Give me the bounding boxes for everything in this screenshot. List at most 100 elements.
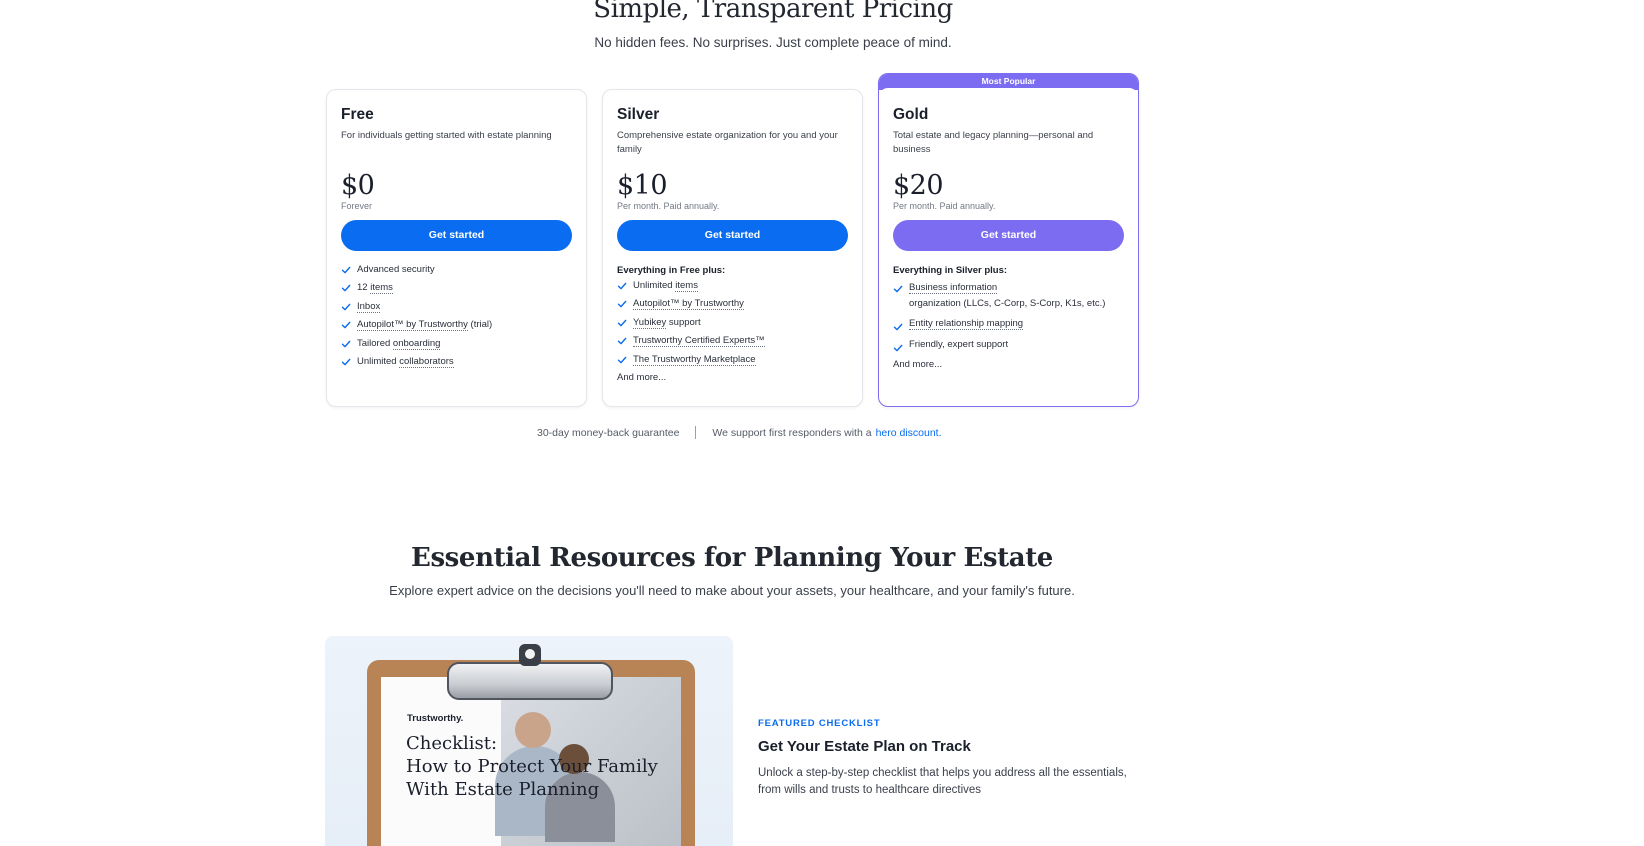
feature-text: Autopilot™ by Trustworthy [633,298,744,311]
check-icon [341,303,351,311]
get-started-button-gold[interactable]: Get started [893,220,1124,251]
feature-tooltip-link[interactable]: Autopilot™ by Trustworthy [633,298,744,311]
feature-item: Business information organization (LLCs, … [893,280,1124,312]
plan-price: $0 [341,170,375,201]
badge-curve [879,88,1138,98]
and-more-link[interactable]: And more... [893,359,1124,370]
feature-text: 12 items [357,282,393,295]
feature-item: Advanced security [341,264,572,276]
feature-item: Inbox [341,300,572,313]
check-icon [341,340,351,347]
feature-list: Unlimited items Autopilot™ by Trustworthy… [617,280,848,366]
feature-text: The Trustworthy Marketplace [633,353,756,366]
feature-item: Unlimited collaborators [341,355,572,368]
features-header: Everything in Silver plus: [893,265,1008,276]
divider [695,426,697,439]
first-responders-text: We support first responders with a [712,426,872,439]
get-started-button-silver[interactable]: Get started [617,220,848,251]
feature-item: Unlimited items [617,280,848,292]
feature-text: Unlimited collaborators [357,355,454,368]
check-icon [341,358,351,366]
feature-text: Advanced security [357,264,435,276]
check-icon [617,301,627,308]
hero-discount-link[interactable]: hero discount. [876,427,942,439]
feature-tooltip-link[interactable]: Inbox [357,300,381,313]
feature-item: The Trustworthy Marketplace [617,353,848,366]
pricing-title: Simple, Transparent Pricing [593,0,953,24]
feature-list: Advanced security 12 items Inbox Autopilot™… [341,264,572,368]
plan-card-free: Free For individuals getting started wit… [326,89,587,407]
feature-prefix: Tailored [357,337,393,349]
pricing-subtitle: No hidden fees. No surprises. Just compl… [594,35,952,50]
plan-card-silver: Silver Comprehensive estate organization… [602,89,863,407]
feature-item: Yubikey support [617,316,848,329]
feature-prefix: Unlimited [633,280,676,291]
check-icon [893,344,903,352]
resources-title: Essential Resources for Planning Your Es… [411,543,1053,573]
feature-tooltip-link[interactable]: items [370,282,393,295]
feature-tooltip-link[interactable]: Yubikey [633,316,667,329]
check-icon [893,285,903,293]
feature-text: Autopilot™ by Trustworthy (trial) [357,319,492,332]
feature-prefix: Unlimited [357,355,400,367]
plan-description: Total estate and legacy planning—persona… [893,130,1094,155]
feature-text: Friendly, expert support [909,339,1008,351]
feature-text: Yubikey support [633,316,701,329]
feature-suffix: support [666,316,701,328]
feature-text: Entity relationship mapping [909,318,1024,331]
feature-tooltip-link[interactable]: Trustworthy Certified Experts™ [633,335,765,348]
check-icon [341,285,351,292]
resources-subtitle: Explore expert advice on the decisions y… [389,583,1075,598]
feature-tooltip-link[interactable]: collaborators [399,355,454,368]
feature-text: Unlimited items [633,280,698,292]
feature-tooltip-link[interactable]: Business information [909,282,998,294]
trustworthy-logo: Trustworthy. [407,713,464,724]
feature-prefix: Advanced security [357,264,435,275]
plan-price: $20 [893,170,944,201]
check-icon [617,282,627,290]
feature-prefix: Friendly, expert support [909,338,1009,350]
feature-text: Tailored onboarding [357,337,441,350]
check-icon [617,356,627,363]
feature-item: Autopilot™ by Trustworthy [617,298,848,311]
checklist-line: With Estate Planning [406,779,600,800]
feature-item: Autopilot™ by Trustworthy (trial) [341,319,572,332]
guarantee-row: 30-day money-back guarantee We support f… [537,426,942,439]
plan-name: Free [341,106,374,123]
feature-item: 12 items [341,282,572,295]
feature-prefix: 12 [357,282,371,294]
plan-period: Per month. Paid annually. [893,201,996,211]
plan-description: For individuals getting started with est… [341,130,552,141]
featured-checklist-label: FEATURED CHECKLIST [758,718,881,729]
feature-tooltip-link[interactable]: Entity relationship mapping [909,318,1024,331]
plan-period: Per month. Paid annually. [617,201,720,211]
check-icon [341,266,351,274]
feature-tooltip-link[interactable]: items [675,280,698,292]
feature-list: Business information organization (LLCs, … [893,280,1124,353]
check-icon [617,319,627,327]
check-icon [617,337,627,345]
plan-card-gold: Most Popular Gold Total estate and legac… [878,73,1139,407]
feature-item: Friendly, expert support [893,339,1124,353]
get-started-button-free[interactable]: Get started [341,220,572,251]
clip-hole [525,649,535,659]
feature-tooltip-link[interactable]: onboarding [392,337,441,350]
feature-tooltip-link[interactable]: Autopilot™ by Trustworthy [357,319,468,332]
feature-suffix: organization (LLCs, C-Corp, S-Corp, K1s,… [909,298,1106,309]
checklist-heading: Checklist: How to Protect Your Family Wi… [406,732,658,801]
checklist-image[interactable]: Trustworthy. Checklist: How to Protect Y… [325,636,733,846]
check-icon [893,324,903,331]
feature-text: Trustworthy Certified Experts™ [633,335,765,348]
check-icon [341,321,351,329]
features-header: Everything in Free plus: [617,265,726,276]
featured-title-link[interactable]: Get Your Estate Plan on Track [758,738,971,755]
plan-price: $10 [617,170,668,201]
money-back-guarantee: 30-day money-back guarantee [537,426,680,439]
plan-name: Silver [617,106,660,123]
plan-name: Gold [893,106,929,123]
feature-item: Tailored onboarding [341,337,572,350]
checklist-line: Checklist: [406,733,498,754]
feature-tooltip-link[interactable]: The Trustworthy Marketplace [633,353,756,366]
and-more-link[interactable]: And more... [617,372,848,383]
plan-description: Comprehensive estate organization for yo… [617,130,838,155]
